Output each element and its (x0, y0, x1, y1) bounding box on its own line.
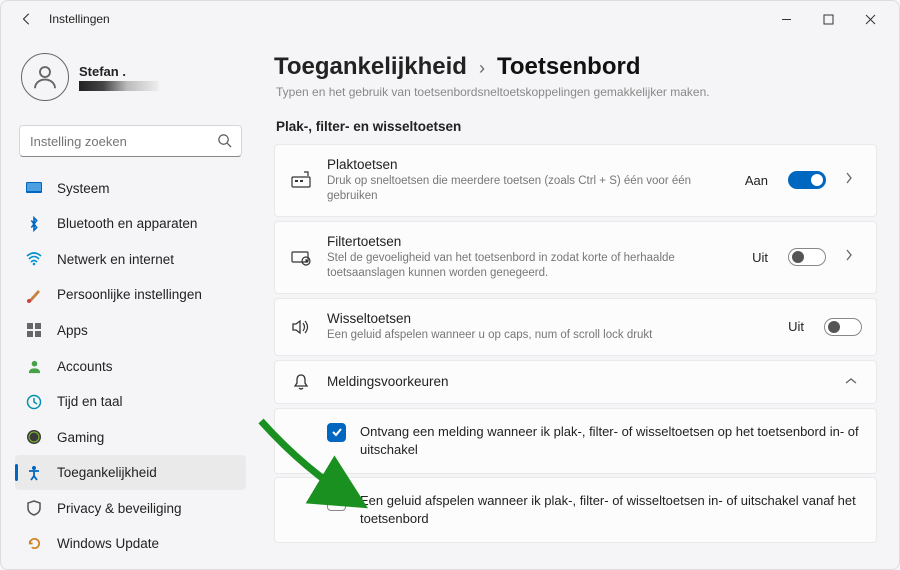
notification-prefs-card[interactable]: Meldingsvoorkeuren (274, 360, 877, 404)
user-profile[interactable]: Stefan . (15, 45, 246, 109)
update-icon (25, 535, 43, 553)
nav-label: Tijd en taal (57, 394, 123, 409)
settings-window: Instellingen Stefan . Syst (0, 0, 900, 570)
breadcrumb-parent[interactable]: Toegankelijkheid (274, 53, 467, 81)
nav-label: Bluetooth en apparaten (57, 216, 197, 231)
filter-keys-card[interactable]: Filtertoetsen Stel de gevoeligheid van h… (274, 221, 877, 294)
close-button[interactable] (849, 3, 891, 35)
notify-checkbox[interactable] (327, 423, 346, 442)
page-description: Typen en het gebruik van toetsenbordsnel… (276, 85, 877, 99)
main-content: Toegankelijkheid › Toetsenbord Typen en … (256, 37, 899, 569)
toggle-state: Uit (752, 250, 768, 265)
bell-icon (289, 373, 313, 391)
sidebar-item-time[interactable]: Tijd en taal (15, 384, 246, 419)
sound-checkbox-row: Een geluid afspelen wanneer ik plak-, fi… (274, 477, 877, 543)
sticky-keys-icon (289, 171, 313, 189)
back-button[interactable] (9, 1, 45, 37)
card-title: Wisseltoetsen (327, 311, 774, 326)
toggle-keys-card[interactable]: Wisseltoetsen Een geluid afspelen wannee… (274, 298, 877, 356)
nav-label: Netwerk en internet (57, 252, 174, 267)
toggle-keys-toggle[interactable] (824, 318, 862, 336)
card-title: Filtertoetsen (327, 234, 738, 249)
nav-label: Toegankelijkheid (57, 465, 157, 480)
filter-keys-icon (289, 248, 313, 266)
search-icon (217, 133, 232, 153)
sidebar-item-accessibility[interactable]: Toegankelijkheid (15, 455, 246, 490)
sidebar-item-system[interactable]: Systeem (15, 171, 246, 206)
sidebar-item-network[interactable]: Netwerk en internet (15, 242, 246, 277)
sidebar-item-gaming[interactable]: Gaming (15, 420, 246, 455)
sidebar-item-accounts[interactable]: Accounts (15, 349, 246, 384)
nav-label: Gaming (57, 430, 104, 445)
brush-icon (25, 286, 43, 304)
accounts-icon (25, 357, 43, 375)
filter-keys-toggle[interactable] (788, 248, 826, 266)
section-title: Plak-, filter- en wisseltoetsen (276, 119, 877, 134)
card-subtitle: Een geluid afspelen wanneer u op caps, n… (327, 328, 774, 343)
shield-icon (25, 499, 43, 517)
clock-icon (25, 393, 43, 411)
toggle-state: Uit (788, 319, 804, 334)
chevron-up-icon[interactable] (844, 373, 862, 391)
checkbox-label: Ontvang een melding wanneer ik plak-, fi… (360, 423, 862, 459)
user-name: Stefan . (79, 64, 159, 79)
sidebar-item-privacy[interactable]: Privacy & beveiliging (15, 491, 246, 526)
card-title: Plaktoetsen (327, 157, 731, 172)
nav-label: Accounts (57, 359, 113, 374)
search-box[interactable] (19, 125, 242, 157)
card-title: Meldingsvoorkeuren (327, 374, 826, 389)
window-title: Instellingen (49, 12, 110, 26)
chevron-right-icon[interactable] (844, 248, 862, 267)
nav-label: Windows Update (57, 536, 159, 551)
accessibility-icon (25, 464, 43, 482)
nav-label: Privacy & beveiliging (57, 501, 182, 516)
nav-label: Persoonlijke instellingen (57, 287, 202, 302)
avatar (21, 53, 69, 101)
notify-checkbox-row: Ontvang een melding wanneer ik plak-, fi… (274, 408, 877, 474)
sidebar-item-apps[interactable]: Apps (15, 313, 246, 348)
apps-icon (25, 321, 43, 339)
network-icon (25, 250, 43, 268)
sound-checkbox[interactable] (327, 492, 346, 511)
chevron-right-icon[interactable] (844, 171, 862, 190)
card-subtitle: Stel de gevoeligheid van het toetsenbord… (327, 251, 738, 281)
titlebar: Instellingen (1, 1, 899, 37)
nav-label: Systeem (57, 181, 110, 196)
gaming-icon (25, 428, 43, 446)
checkbox-label: Een geluid afspelen wanneer ik plak-, fi… (360, 492, 862, 528)
sidebar: Stefan . Systeem Bluetooth en apparaten … (1, 37, 256, 569)
nav-label: Apps (57, 323, 88, 338)
sticky-keys-toggle[interactable] (788, 171, 826, 189)
minimize-button[interactable] (765, 3, 807, 35)
chevron-right-icon: › (479, 58, 485, 79)
maximize-button[interactable] (807, 3, 849, 35)
breadcrumb-current: Toetsenbord (497, 53, 641, 81)
system-icon (25, 179, 43, 197)
card-subtitle: Druk op sneltoetsen die meerdere toetsen… (327, 174, 731, 204)
sidebar-item-personalization[interactable]: Persoonlijke instellingen (15, 278, 246, 313)
search-input[interactable] (19, 125, 242, 157)
user-email-redacted (79, 81, 159, 91)
sidebar-nav: Systeem Bluetooth en apparaten Netwerk e… (15, 171, 246, 561)
breadcrumb: Toegankelijkheid › Toetsenbord (274, 53, 877, 81)
sidebar-item-update[interactable]: Windows Update (15, 526, 246, 561)
sticky-keys-card[interactable]: Plaktoetsen Druk op sneltoetsen die meer… (274, 144, 877, 217)
toggle-state: Aan (745, 173, 768, 188)
bluetooth-icon (25, 215, 43, 233)
sidebar-item-bluetooth[interactable]: Bluetooth en apparaten (15, 207, 246, 242)
sound-icon (289, 319, 313, 335)
